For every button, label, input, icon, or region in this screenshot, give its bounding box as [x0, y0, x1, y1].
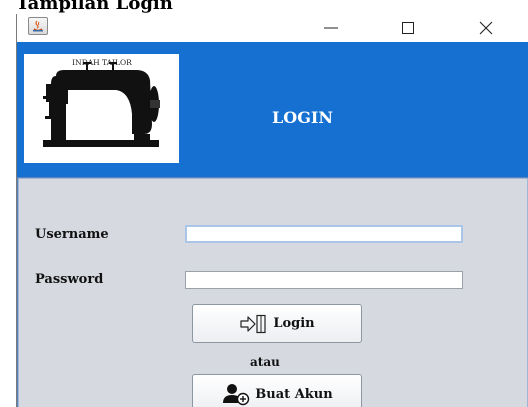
password-input[interactable]	[185, 271, 463, 289]
close-button[interactable]	[463, 14, 509, 42]
username-label: Username	[35, 227, 109, 242]
login-window: INDAH TAILOR LOGIN Username Password Log…	[16, 14, 528, 407]
minimize-icon	[324, 27, 338, 29]
maximize-button[interactable]	[385, 14, 431, 42]
separator-text: atau	[250, 355, 280, 369]
login-button[interactable]: Login	[192, 304, 362, 343]
java-app-icon[interactable]	[28, 17, 48, 35]
login-title: LOGIN	[272, 108, 333, 127]
username-input[interactable]	[185, 225, 463, 243]
maximize-icon	[402, 22, 414, 34]
create-account-button-label: Buat Akun	[255, 386, 333, 402]
minimize-button[interactable]	[308, 14, 354, 42]
create-account-button[interactable]: Buat Akun	[192, 374, 362, 407]
close-icon	[479, 21, 493, 35]
sewing-machine-icon	[43, 62, 160, 147]
password-label: Password	[35, 272, 104, 287]
add-user-icon	[223, 384, 250, 406]
login-form-panel: Username Password Login atau Buat Akun	[17, 177, 528, 407]
login-door-icon	[240, 314, 266, 333]
tailor-logo: INDAH TAILOR	[24, 54, 179, 163]
login-header: INDAH TAILOR LOGIN	[17, 42, 528, 188]
logo-text: INDAH TAILOR	[72, 58, 132, 67]
login-button-label: Login	[273, 316, 315, 331]
title-bar[interactable]	[17, 14, 528, 42]
document-heading: Tampilan Login	[16, 0, 173, 14]
